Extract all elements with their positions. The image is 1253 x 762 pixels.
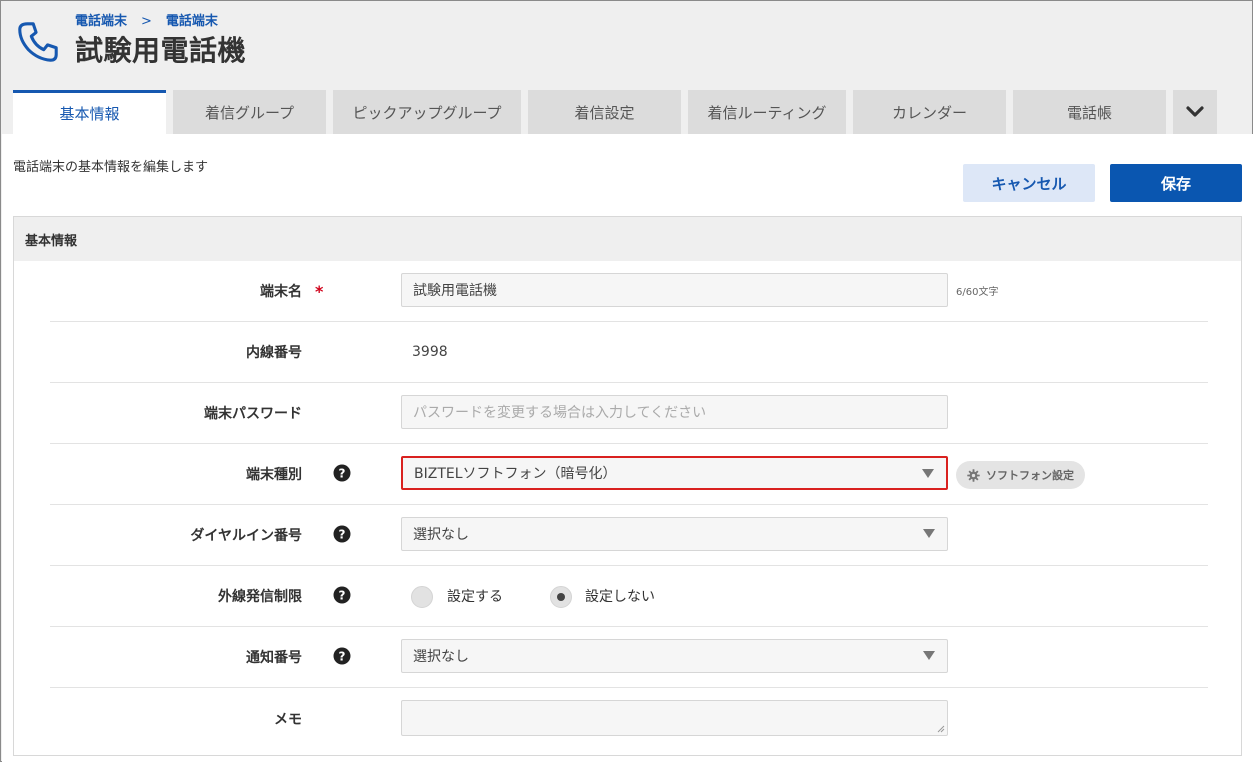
dropdown-arrow-icon (923, 529, 935, 538)
field-row-outbound-limit: 外線発信制限 ? 設定する 設定しない (50, 566, 1208, 627)
memo-textarea[interactable] (401, 700, 948, 736)
device-type-select[interactable]: BIZTELソフトフォン（暗号化） (401, 456, 948, 490)
main-content: 電話端末の基本情報を編集します キャンセル 保存 基本情報 端末名 * 試験用電… (2, 134, 1253, 762)
dropdown-arrow-icon (922, 469, 934, 478)
extension-label: 内線番号 (246, 345, 302, 361)
softphone-settings-label: ソフトフォン設定 (986, 469, 1074, 482)
char-counter: 6/60文字 (956, 287, 999, 298)
tab-incoming-settings[interactable]: 着信設定 (528, 90, 681, 134)
tab-incoming-routing[interactable]: 着信ルーティング (688, 90, 846, 134)
page-description: 電話端末の基本情報を編集します (13, 160, 209, 175)
device-type-label: 端末種別 (246, 467, 302, 483)
svg-text:?: ? (339, 528, 346, 542)
panel-title: 基本情報 (14, 217, 1241, 261)
device-name-label: 端末名 (260, 284, 302, 300)
radio-limit-on-label[interactable]: 設定する (447, 566, 503, 626)
basic-info-panel: 基本情報 端末名 * 試験用電話機 6/60文字 内線番号 3998 端末パスワ… (13, 216, 1242, 756)
device-type-value: BIZTELソフトフォン（暗号化） (414, 466, 617, 482)
field-row-dial-in: ダイヤルイン番号 ? 選択なし (50, 505, 1208, 566)
gear-icon (967, 468, 980, 482)
chevron-down-icon (1186, 106, 1204, 117)
phone-icon (18, 22, 58, 62)
field-row-memo: メモ (50, 688, 1208, 749)
help-icon[interactable]: ? (333, 586, 351, 604)
page-header: 電話端末 > 電話端末 試験用電話機 (1, 1, 1252, 90)
dial-in-value: 選択なし (413, 527, 469, 543)
help-icon[interactable]: ? (333, 525, 351, 543)
svg-text:?: ? (339, 650, 346, 664)
help-icon[interactable]: ? (333, 647, 351, 665)
page-title: 試験用電話機 (75, 34, 247, 67)
field-row-device-name: 端末名 * 試験用電話機 6/60文字 (50, 261, 1208, 322)
tab-pickup-group[interactable]: ピックアップグループ (333, 90, 521, 134)
breadcrumb-separator: > (141, 14, 152, 29)
notify-number-value: 選択なし (413, 649, 469, 665)
field-row-extension: 内線番号 3998 (50, 322, 1208, 383)
svg-text:?: ? (339, 467, 346, 481)
tab-calendar[interactable]: カレンダー (853, 90, 1006, 134)
field-row-password: 端末パスワード パスワードを変更する場合は入力してください (50, 383, 1208, 444)
help-icon[interactable]: ? (333, 464, 351, 482)
tab-phonebook[interactable]: 電話帳 (1013, 90, 1166, 134)
breadcrumb: 電話端末 > 電話端末 (75, 10, 218, 29)
password-label: 端末パスワード (204, 406, 302, 422)
breadcrumb-link-current[interactable]: 電話端末 (166, 14, 218, 29)
notify-number-label: 通知番号 (246, 650, 302, 666)
dial-in-select[interactable]: 選択なし (401, 517, 948, 551)
tab-more-button[interactable] (1173, 90, 1217, 134)
password-input[interactable]: パスワードを変更する場合は入力してください (401, 395, 948, 429)
notify-number-select[interactable]: 選択なし (401, 639, 948, 673)
device-name-input[interactable]: 試験用電話機 (401, 273, 948, 307)
radio-limit-on[interactable] (411, 586, 433, 608)
field-row-device-type: 端末種別 ? BIZTELソフトフォン（暗号化） ソフトフォン設定 (50, 444, 1208, 505)
field-row-notify-number: 通知番号 ? 選択なし (50, 627, 1208, 688)
save-button[interactable]: 保存 (1110, 164, 1242, 202)
softphone-settings-button[interactable]: ソフトフォン設定 (956, 461, 1085, 489)
tab-incoming-group[interactable]: 着信グループ (173, 90, 326, 134)
app-window: 電話端末 > 電話端末 試験用電話機 基本情報 着信グループ ピックアップグループ … (0, 0, 1253, 762)
tab-basic-info[interactable]: 基本情報 (13, 90, 166, 134)
dial-in-label: ダイヤルイン番号 (190, 528, 302, 544)
required-mark: * (315, 281, 324, 301)
cancel-button[interactable]: キャンセル (963, 164, 1095, 202)
dropdown-arrow-icon (923, 651, 935, 660)
outbound-limit-label: 外線発信制限 (218, 589, 302, 605)
radio-limit-off-label[interactable]: 設定しない (585, 566, 655, 626)
radio-limit-off[interactable] (550, 586, 572, 608)
breadcrumb-link-parent[interactable]: 電話端末 (75, 14, 127, 29)
resize-handle-icon[interactable] (937, 725, 945, 733)
extension-value: 3998 (412, 344, 448, 360)
memo-label: メモ (274, 711, 302, 728)
svg-text:?: ? (339, 589, 346, 603)
